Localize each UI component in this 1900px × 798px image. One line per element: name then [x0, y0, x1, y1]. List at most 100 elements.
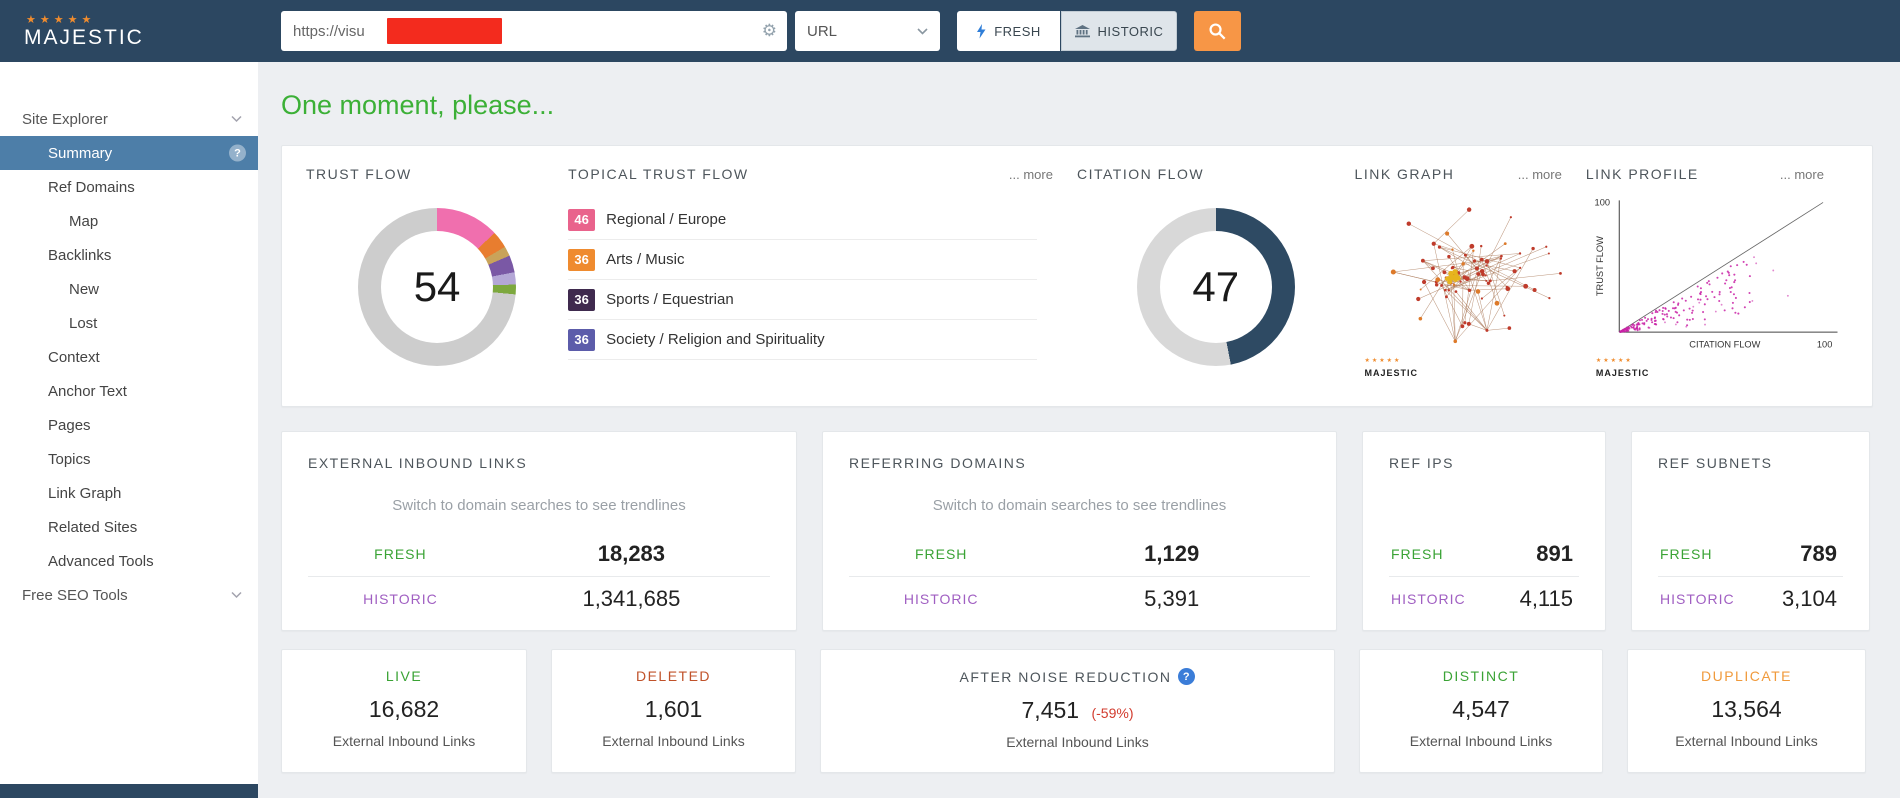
sidebar-item-label: New	[69, 281, 99, 298]
duplicate-card: DUPLICATE 13,564 External Inbound Links	[1627, 649, 1866, 773]
summary-row: LIVE 16,682 External Inbound Links DELET…	[281, 649, 1873, 773]
historic-row[interactable]: HISTORIC 1,341,685	[308, 576, 770, 621]
topic-label: Arts / Music	[606, 251, 684, 268]
link-profile-more-link[interactable]: ... more	[1780, 167, 1824, 182]
info-icon[interactable]: ?	[1178, 668, 1195, 685]
distinct-card: DISTINCT 4,547 External Inbound Links	[1359, 649, 1603, 773]
sidebar-item-label: Pages	[48, 417, 91, 434]
lightning-icon	[976, 24, 986, 39]
fresh-row[interactable]: FRESH 789	[1658, 531, 1843, 576]
sidebar-item-related-sites[interactable]: Related Sites	[0, 510, 258, 544]
fresh-value: 789	[1751, 541, 1844, 567]
historic-button[interactable]: HISTORIC	[1061, 11, 1177, 51]
chevron-down-icon	[917, 28, 928, 35]
sidebar-item-ref-domains[interactable]: Ref Domains	[0, 170, 258, 204]
live-value: 16,682	[282, 696, 526, 723]
sidebar-item-label: Context	[48, 349, 100, 366]
sidebar-item-lost[interactable]: Lost	[0, 306, 258, 340]
ref-ips-card: REF IPS FRESH 891 HISTORIC 4,115	[1362, 431, 1606, 631]
topical-more-link[interactable]: ... more	[1009, 167, 1053, 182]
sidebar-item-label: Backlinks	[48, 247, 111, 264]
live-card: LIVE 16,682 External Inbound Links	[281, 649, 527, 773]
noise-label: AFTER NOISE REDUCTION	[960, 669, 1172, 685]
trust-flow-title: TRUST FLOW	[306, 166, 412, 182]
distinct-value: 4,547	[1360, 696, 1602, 723]
majestic-watermark: ★★★★★ MAJESTIC	[1596, 358, 1650, 380]
topical-row[interactable]: 36 Sports / Equestrian	[568, 280, 1037, 320]
chevron-down-icon	[231, 116, 242, 123]
historic-value: 5,391	[1033, 586, 1310, 612]
x-max-label: 100	[1817, 340, 1832, 350]
sidebar-item-free-seo-tools[interactable]: Free SEO Tools	[0, 578, 258, 612]
fresh-button[interactable]: FRESH	[957, 11, 1060, 51]
topic-label: Society / Religion and Spirituality	[606, 331, 824, 348]
sidebar-item-site-explorer[interactable]: Site Explorer	[0, 102, 258, 136]
sidebar-item-link-graph[interactable]: Link Graph	[0, 476, 258, 510]
y-max-label: 100	[1594, 198, 1609, 208]
sidebar-item-advanced-tools[interactable]: Advanced Tools	[0, 544, 258, 578]
top-bar: ★★★★★ MAJESTIC ⚙ URL FRESH HISTORIC	[0, 0, 1900, 62]
sidebar-item-label: Summary	[48, 145, 112, 162]
topical-row[interactable]: 36 Society / Religion and Spirituality	[568, 320, 1037, 360]
historic-label: HISTORIC	[1389, 591, 1484, 607]
sidebar: Site Explorer Summary ? Ref Domains Map …	[0, 62, 258, 798]
x-axis-label: CITATION FLOW	[1689, 340, 1760, 350]
search-button[interactable]	[1194, 11, 1241, 51]
fresh-label: FRESH	[849, 546, 1033, 562]
trendline-hint: Switch to domain searches to see trendli…	[308, 497, 770, 517]
citation-flow-panel: CITATION FLOW 47	[1077, 166, 1355, 386]
live-label: LIVE	[386, 668, 422, 684]
link-graph-canvas[interactable]	[1355, 188, 1586, 363]
gear-icon[interactable]: ⚙	[762, 21, 777, 41]
historic-button-label: HISTORIC	[1098, 24, 1164, 39]
watermark-stars-icon: ★★★★★	[1596, 358, 1650, 364]
link-profile-plot[interactable]: 100 TRUST FLOW CITATION FLOW 100	[1586, 188, 1848, 363]
sidebar-item-anchor-text[interactable]: Anchor Text	[0, 374, 258, 408]
historic-label: HISTORIC	[849, 591, 1033, 607]
sidebar-item-label: Site Explorer	[22, 111, 108, 128]
card-title: EXTERNAL INBOUND LINKS	[308, 455, 770, 471]
topic-score-badge: 36	[568, 289, 595, 311]
duplicate-label: DUPLICATE	[1701, 668, 1792, 684]
help-icon[interactable]: ?	[229, 145, 246, 162]
topical-row[interactable]: 36 Arts / Music	[568, 240, 1037, 280]
majestic-logo[interactable]: ★★★★★ MAJESTIC	[24, 15, 258, 48]
sidebar-item-label: Related Sites	[48, 519, 137, 536]
sidebar-item-label: Topics	[48, 451, 91, 468]
watermark-stars-icon: ★★★★★	[1365, 358, 1419, 364]
historic-label: HISTORIC	[1658, 591, 1751, 607]
card-title: REF IPS	[1389, 455, 1579, 471]
external-inbound-links-card: EXTERNAL INBOUND LINKS Switch to domain …	[281, 431, 797, 631]
sidebar-item-pages[interactable]: Pages	[0, 408, 258, 442]
sidebar-item-label: Lost	[69, 315, 97, 332]
historic-row[interactable]: HISTORIC 3,104	[1658, 576, 1843, 621]
fresh-row[interactable]: FRESH 18,283	[308, 531, 770, 576]
link-profile-dots	[1619, 256, 1789, 333]
deleted-card: DELETED 1,601 External Inbound Links	[551, 649, 796, 773]
sidebar-item-backlinks[interactable]: Backlinks	[0, 238, 258, 272]
search-type-select[interactable]: URL	[795, 11, 940, 51]
url-input-wrap: ⚙	[281, 11, 787, 51]
search-bar: ⚙ URL FRESH HISTORIC	[281, 11, 1241, 51]
fresh-value: 1,129	[1033, 541, 1310, 567]
historic-value: 4,115	[1484, 586, 1579, 612]
citation-flow-title: CITATION FLOW	[1077, 166, 1204, 182]
link-graph-more-link[interactable]: ... more	[1518, 167, 1562, 182]
url-input[interactable]	[281, 11, 787, 51]
sidebar-item-map[interactable]: Map	[0, 204, 258, 238]
fresh-row[interactable]: FRESH 891	[1389, 531, 1579, 576]
fresh-row[interactable]: FRESH 1,129	[849, 531, 1310, 576]
sidebar-item-new[interactable]: New	[0, 272, 258, 306]
link-profile-title: LINK PROFILE	[1586, 166, 1699, 182]
historic-row[interactable]: HISTORIC 5,391	[849, 576, 1310, 621]
fresh-label: FRESH	[1658, 546, 1751, 562]
fresh-button-label: FRESH	[994, 24, 1041, 39]
sidebar-item-topics[interactable]: Topics	[0, 442, 258, 476]
sidebar-item-summary[interactable]: Summary ?	[0, 136, 258, 170]
topical-row[interactable]: 46 Regional / Europe	[568, 200, 1037, 240]
sidebar-item-context[interactable]: Context	[0, 340, 258, 374]
historic-row[interactable]: HISTORIC 4,115	[1389, 576, 1579, 621]
main-content: One moment, please... TRUST FLOW 54 TOPI…	[258, 62, 1900, 798]
topic-score-badge: 36	[568, 329, 595, 351]
trendline-hint: Switch to domain searches to see trendli…	[849, 497, 1310, 517]
